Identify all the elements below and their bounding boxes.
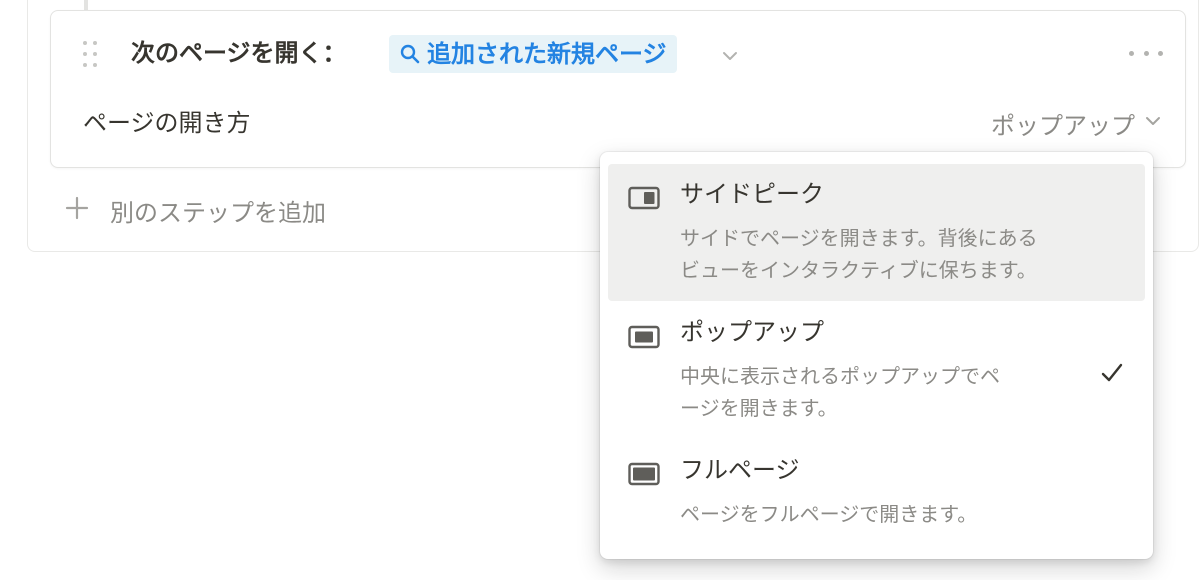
full-page-icon: [628, 462, 660, 486]
more-dot-icon: [1143, 50, 1149, 56]
menu-item-title: ポップアップ: [680, 318, 824, 346]
target-page-chip[interactable]: 追加された新規ページ: [389, 35, 677, 73]
chevron-down-icon[interactable]: [719, 45, 741, 67]
menu-item-title: サイドピーク: [680, 180, 824, 208]
center-peek-icon: [628, 325, 660, 349]
search-icon: [399, 43, 421, 65]
open-method-menu: サイドピーク サイドでページを開きます。背後にある ビューをインタラクティブに保…: [600, 152, 1153, 559]
open-method-label: ページの開き方: [83, 109, 251, 137]
open-method-value: ポップアップ: [991, 111, 1135, 140]
menu-item-description: 中央に表示されるポップアップでペ: [680, 364, 1000, 388]
drag-handle-icon[interactable]: [81, 39, 99, 69]
add-step-button[interactable]: 別のステップを追加: [64, 190, 326, 230]
side-peek-icon: [628, 186, 660, 210]
more-dot-icon: [1129, 50, 1134, 56]
chevron-down-icon: [1143, 111, 1163, 135]
step-action-label: 次のページを開く：: [131, 39, 347, 67]
add-step-label: 別のステップを追加: [110, 198, 326, 227]
menu-item-title: フルページ: [680, 456, 800, 484]
menu-item-description: ビューをインタラクティブに保ちます。: [680, 258, 1037, 282]
menu-item-description: サイドでページを開きます。背後にある: [680, 226, 1038, 250]
connector-line: [84, 0, 88, 10]
plus-icon: [64, 193, 90, 227]
checkmark-icon: [1099, 360, 1125, 386]
more-dot-icon: [1158, 50, 1163, 56]
automation-step-editor: 次のページを開く： 追加された新規ページ ページの開き方 ポップアップ 別のステ…: [0, 0, 1200, 580]
more-options-button[interactable]: [1129, 41, 1163, 65]
menu-item-description: ページをフルページで開きます。: [680, 502, 978, 526]
menu-item-popup[interactable]: ポップアップ 中央に表示されるポップアップでペ ージを開きます。: [608, 304, 1145, 434]
target-page-name: 追加された新規ページ: [427, 40, 667, 68]
menu-item-full-page[interactable]: フルページ ページをフルページで開きます。: [608, 442, 1145, 546]
menu-item-side-peek[interactable]: サイドピーク サイドでページを開きます。背後にある ビューをインタラクティブに保…: [608, 164, 1145, 301]
menu-item-description: ージを開きます。: [680, 396, 838, 420]
open-method-select[interactable]: ポップアップ: [991, 105, 1163, 141]
step-card: 次のページを開く： 追加された新規ページ ページの開き方 ポップアップ: [50, 10, 1186, 168]
